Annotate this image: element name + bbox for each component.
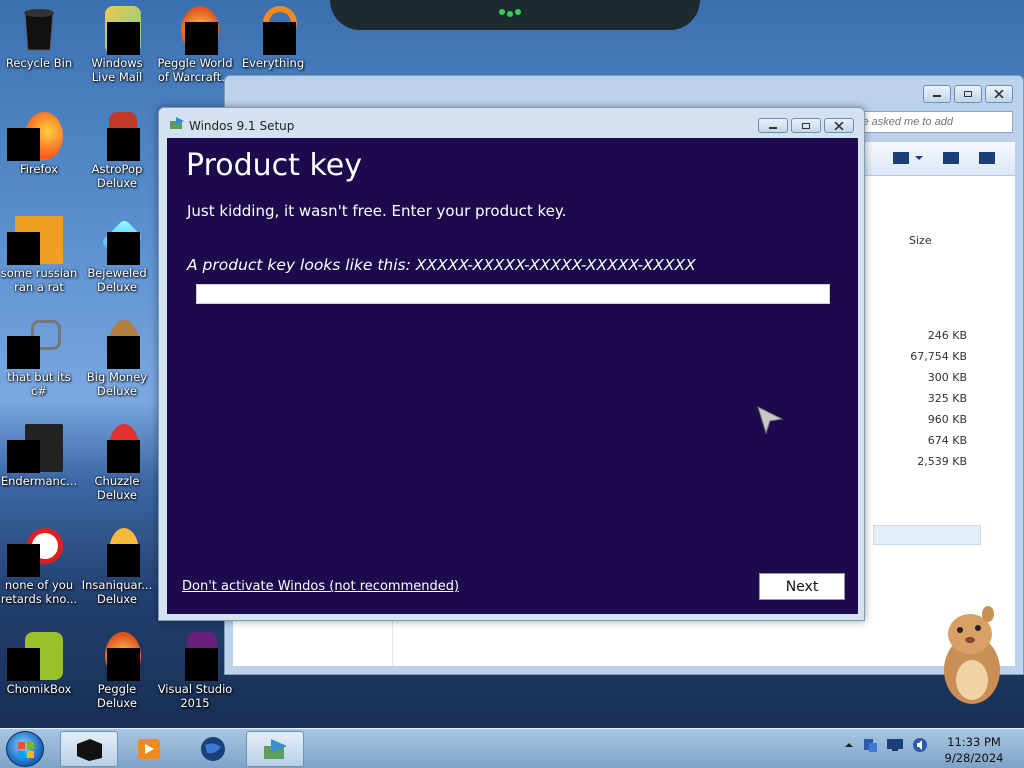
setup-maximize-button[interactable] — [791, 118, 821, 133]
desktop-top-decoration — [330, 0, 700, 30]
file-size: 67,754 KB — [910, 350, 967, 363]
desktop-icon-label: Windows Live Mail — [91, 56, 143, 84]
file-size: 246 KB — [927, 329, 967, 342]
globe-icon — [201, 737, 225, 761]
start-button[interactable] — [6, 731, 44, 767]
desktop-icon-label: Big Money Deluxe — [86, 370, 148, 398]
desktop-icon-label: ChomikBox — [6, 682, 72, 696]
file-size: 2,539 KB — [917, 455, 967, 468]
desktop-icon-label: Firefox — [19, 162, 59, 176]
explorer-window-controls — [923, 85, 1013, 103]
desktop-icon-label: none of you retards kno... — [0, 578, 78, 606]
desktop-icon-label: Insaniquar... Deluxe — [81, 578, 153, 606]
desktop-icon-chuzzle[interactable]: Chuzzle Deluxe — [78, 424, 156, 502]
desktop-icon-windows-live-mail[interactable]: Windows Live Mail — [78, 6, 156, 84]
file-size: 300 KB — [927, 371, 967, 384]
desktop-icon-label: Peggle Deluxe — [97, 682, 137, 710]
taskbar-item-explorer[interactable] — [60, 731, 118, 767]
speaker-icon[interactable] — [912, 737, 928, 753]
close-icon — [994, 90, 1004, 98]
desktop-icon-label: Recycle Bin — [5, 56, 73, 70]
desktop-icon-label: Everything — [241, 56, 305, 70]
media-player-icon — [138, 739, 160, 759]
desktop-icon-peggle-wow[interactable]: Peggle World of Warcraft... — [156, 6, 234, 84]
explorer-search-input[interactable] — [853, 111, 1013, 133]
size-column-header[interactable]: Size — [909, 234, 932, 247]
desktop-icon-label: Chuzzle Deluxe — [94, 474, 140, 502]
black-box-icon — [77, 739, 102, 761]
desktop-icon-label: Bejeweled Deluxe — [87, 266, 147, 294]
desktop-icon-label: Endermanc... — [0, 474, 78, 488]
file-size: 325 KB — [927, 392, 967, 405]
desktop-icon-visual-studio[interactable]: Visual Studio 2015 — [156, 632, 234, 710]
product-key-panel: Product key Just kidding, it wasn't free… — [167, 138, 858, 614]
setup-titlebar[interactable]: Windos 9.1 Setup — [159, 108, 864, 138]
desktop-icon-astropop[interactable]: AstroPop Deluxe — [78, 112, 156, 190]
recycle-bin-icon — [24, 9, 54, 51]
desktop-icon-endermanc[interactable]: Endermanc... — [0, 424, 78, 488]
product-key-hint: A product key looks like this: XXXXX-XXX… — [187, 256, 696, 274]
setup-app-icon — [264, 739, 287, 759]
file-size: 674 KB — [927, 434, 967, 447]
setup-window[interactable]: Windos 9.1 Setup Product key Just kiddin… — [158, 107, 865, 621]
minimize-icon — [933, 95, 941, 97]
desktop-icon-label: Visual Studio 2015 — [157, 682, 233, 710]
next-button[interactable]: Next — [759, 573, 845, 600]
restore-icon — [802, 122, 810, 129]
desktop-icon-everything[interactable]: Everything — [234, 6, 312, 70]
selected-row[interactable] — [873, 525, 981, 545]
taskbar-item-setup[interactable] — [246, 731, 304, 767]
network-icon[interactable] — [862, 737, 878, 753]
desktop-icon-russian-rat[interactable]: some russian ran a rat — [0, 216, 78, 294]
desktop-icon-recycle-bin[interactable]: Recycle Bin — [0, 6, 78, 70]
desktop-icon-that-but-csharp[interactable]: that but its c# — [0, 320, 78, 398]
hamster-desktop-pet-icon — [944, 606, 1000, 704]
windows-logo-icon — [18, 742, 34, 758]
desktop-icon-big-money[interactable]: Big Money Deluxe — [78, 320, 156, 398]
page-subtitle: Just kidding, it wasn't free. Enter your… — [187, 202, 567, 220]
mouse-cursor-icon — [757, 406, 784, 435]
desktop-icon-peggle-deluxe[interactable]: Peggle Deluxe — [78, 632, 156, 710]
minimize-icon — [769, 126, 777, 129]
chevron-up-icon[interactable] — [844, 740, 854, 750]
taskbar-item-media-player[interactable] — [120, 731, 178, 767]
setup-window-controls — [758, 118, 854, 133]
setup-close-button[interactable] — [824, 118, 854, 133]
system-tray — [844, 737, 928, 753]
clock-date: 9/28/2024 — [944, 751, 1004, 765]
taskbar: 11:33 PM 9/28/2024 — [0, 728, 1024, 768]
explorer-minimize-button[interactable] — [923, 85, 951, 103]
desktop-icon-none-of-you[interactable]: none of you retards kno... — [0, 528, 78, 606]
desktop-icon-firefox[interactable]: Firefox — [0, 112, 78, 176]
taskbar-clock[interactable]: 11:33 PM 9/28/2024 — [938, 734, 1010, 766]
desktop-icon-label: AstroPop Deluxe — [91, 162, 143, 190]
desktop-icon-insaniquarium[interactable]: Insaniquar... Deluxe — [78, 528, 156, 606]
file-size: 960 KB — [927, 413, 967, 426]
setup-app-icon — [170, 117, 184, 129]
desktop-icon-label: Peggle World of Warcraft... — [157, 56, 233, 84]
product-key-input[interactable] — [196, 284, 830, 304]
desktop-icon-chomikbox[interactable]: ChomikBox — [0, 632, 78, 696]
setup-window-title: Windos 9.1 Setup — [189, 119, 295, 133]
desktop-icon-label: that but its c# — [7, 370, 71, 398]
close-icon — [834, 121, 844, 130]
restore-icon — [964, 91, 972, 97]
desktop-icon-label: some russian ran a rat — [0, 266, 78, 294]
clock-time: 11:33 PM — [947, 735, 1001, 749]
monitor-icon[interactable] — [886, 737, 904, 753]
taskbar-item-globe[interactable] — [184, 731, 242, 767]
explorer-close-button[interactable] — [985, 85, 1013, 103]
explorer-maximize-button[interactable] — [954, 85, 982, 103]
view-options-icon[interactable] — [893, 150, 1013, 166]
setup-minimize-button[interactable] — [758, 118, 788, 133]
dont-activate-link[interactable]: Don't activate Windos (not recommended) — [182, 579, 459, 594]
desktop-icon-bejeweled[interactable]: Bejeweled Deluxe — [78, 216, 156, 294]
page-title: Product key — [186, 148, 362, 183]
